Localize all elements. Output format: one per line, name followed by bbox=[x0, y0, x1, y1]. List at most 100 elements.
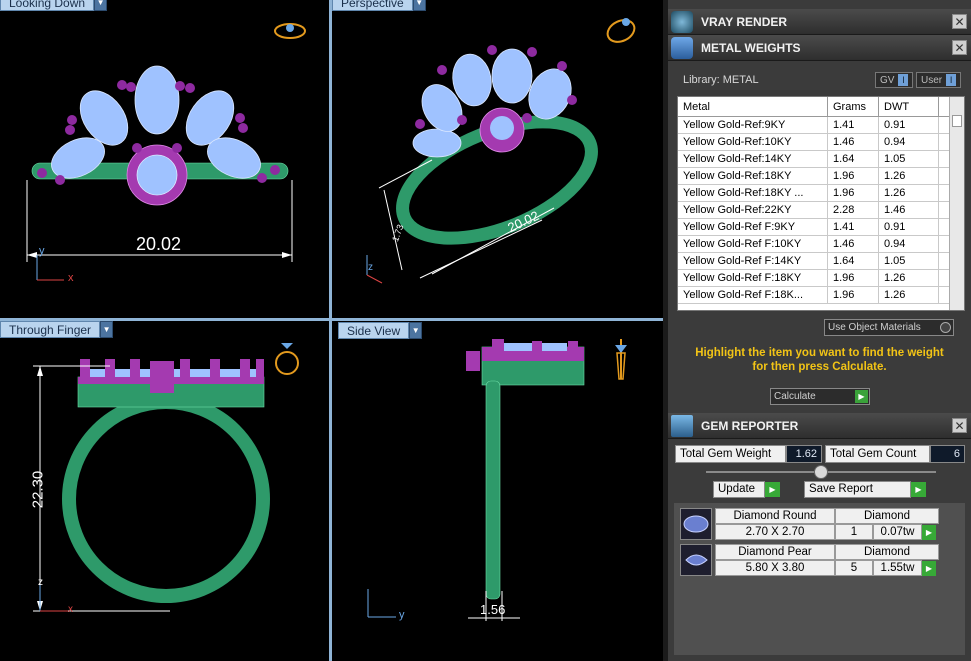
metal-weights-table[interactable]: Metal Grams DWT Yellow Gold-Ref:9KY 1.41 0… bbox=[677, 96, 965, 311]
close-icon[interactable]: ✕ bbox=[952, 14, 967, 29]
viewport-title: Side View bbox=[338, 322, 410, 339]
gem-reporter-header[interactable]: GEM REPORTER ✕ bbox=[668, 413, 971, 439]
ring-front-render bbox=[33, 343, 299, 612]
viewport-label-side-view[interactable]: Side View ▼ bbox=[338, 322, 423, 339]
dwt-cell: 1.26 bbox=[879, 185, 939, 201]
toggle-label: User bbox=[921, 74, 943, 86]
viewport-splitter-vertical[interactable] bbox=[329, 0, 332, 661]
viewport-label-looking-down[interactable]: Looking Down ▼ bbox=[0, 0, 108, 11]
table-row[interactable]: Yellow Gold-Ref:14KY 1.64 1.05 bbox=[678, 151, 964, 168]
viewport-label-perspective[interactable]: Perspective ▼ bbox=[332, 0, 426, 11]
viewport-looking-down[interactable]: Looking Down ▼ 20.02 y x bbox=[0, 0, 329, 318]
column-header-dwt[interactable]: DWT bbox=[879, 97, 939, 116]
dwt-cell: 1.05 bbox=[879, 253, 939, 269]
table-row[interactable]: Yellow Gold-Ref:18KY ... 1.96 1.26 bbox=[678, 185, 964, 202]
grams-cell: 1.96 bbox=[828, 185, 879, 201]
table-row[interactable]: Yellow Gold-Ref F:18K... 1.96 1.26 bbox=[678, 287, 964, 304]
toggle-indicator: I bbox=[898, 74, 909, 86]
gem-row-round[interactable]: Diamond Round 2.70 X 2.70 Diamond 1 0.07… bbox=[680, 507, 942, 541]
grams-cell: 1.46 bbox=[828, 236, 879, 252]
calculate-button[interactable]: Calculate ▶ bbox=[770, 388, 870, 405]
metal-name-cell: Yellow Gold-Ref F:10KY bbox=[678, 236, 828, 252]
metal-weights-header[interactable]: METAL WEIGHTS ✕ bbox=[668, 35, 971, 61]
close-icon[interactable]: ✕ bbox=[952, 40, 967, 55]
gem-count: 1 bbox=[835, 524, 873, 540]
dwt-cell: 0.91 bbox=[879, 219, 939, 235]
axis-z-label: z bbox=[38, 577, 43, 588]
axis-x-label: x bbox=[68, 272, 74, 284]
save-report-button[interactable]: Save Report ▶ bbox=[804, 481, 926, 498]
table-row[interactable]: Yellow Gold-Ref:10KY 1.46 0.94 bbox=[678, 134, 964, 151]
gem-size: 2.70 X 2.70 bbox=[715, 524, 835, 540]
grams-cell: 1.64 bbox=[828, 253, 879, 269]
grams-cell: 1.96 bbox=[828, 168, 879, 184]
metal-name-cell: Yellow Gold-Ref:14KY bbox=[678, 151, 828, 167]
dwt-cell: 1.05 bbox=[879, 151, 939, 167]
viewport-label-through-finger[interactable]: Through Finger ▼ bbox=[0, 321, 114, 338]
gem-row-pear[interactable]: Diamond Pear 5.80 X 3.80 Diamond 5 1.55t… bbox=[680, 543, 942, 577]
chevron-down-icon[interactable]: ▼ bbox=[409, 322, 423, 339]
grams-cell: 1.64 bbox=[828, 151, 879, 167]
metal-name-cell: Yellow Gold-Ref:18KY ... bbox=[678, 185, 828, 201]
viewport-side-view[interactable]: Side View ▼ 1.56 y bbox=[332, 321, 663, 661]
gv-toggle[interactable]: GV I bbox=[875, 72, 913, 88]
dimension-label: 1.56 bbox=[480, 602, 506, 617]
table-row[interactable]: Yellow Gold-Ref F:9KY 1.41 0.91 bbox=[678, 219, 964, 236]
metal-name-cell: Yellow Gold-Ref F:14KY bbox=[678, 253, 828, 269]
calculate-hint: Highlight the item you want to find the … bbox=[668, 346, 971, 374]
side-panel: VRAY RENDER ✕ METAL WEIGHTS ✕ Library: M… bbox=[668, 0, 971, 661]
table-row[interactable]: Yellow Gold-Ref F:10KY 1.46 0.94 bbox=[678, 236, 964, 253]
play-icon: ▶ bbox=[855, 390, 868, 403]
user-toggle[interactable]: User I bbox=[916, 72, 961, 88]
table-body: Yellow Gold-Ref:9KY 1.41 0.91 Yellow Gold-R… bbox=[678, 117, 964, 304]
axis-y-label: y bbox=[399, 609, 405, 621]
column-header-grams[interactable]: Grams bbox=[828, 97, 879, 116]
chevron-down-icon[interactable]: ▼ bbox=[94, 0, 108, 11]
metal-name-cell: Yellow Gold-Ref F:9KY bbox=[678, 219, 828, 235]
dwt-cell: 1.26 bbox=[879, 270, 939, 286]
total-gem-count-value: 6 bbox=[930, 445, 965, 463]
table-row[interactable]: Yellow Gold-Ref F:14KY 1.64 1.05 bbox=[678, 253, 964, 270]
flask-icon bbox=[671, 37, 693, 59]
viewport-through-finger[interactable]: Through Finger ▼ 22.30 z x bbox=[0, 321, 329, 661]
metal-name-cell: Yellow Gold-Ref F:18K... bbox=[678, 287, 828, 303]
axis-x-label: x bbox=[68, 604, 73, 615]
report-icon bbox=[671, 415, 693, 437]
grams-cell: 1.41 bbox=[828, 117, 879, 133]
close-icon[interactable]: ✕ bbox=[952, 418, 967, 433]
use-object-materials-toggle[interactable]: Use Object Materials bbox=[824, 319, 954, 336]
update-button[interactable]: Update ▶ bbox=[713, 481, 780, 498]
play-icon[interactable]: ▶ bbox=[922, 561, 936, 576]
vray-icon bbox=[671, 11, 693, 33]
button-label: Save Report bbox=[809, 483, 873, 495]
vray-render-header[interactable]: VRAY RENDER ✕ bbox=[668, 9, 971, 35]
gem-size: 5.80 X 3.80 bbox=[715, 560, 835, 576]
gem-weight: 0.07tw bbox=[873, 524, 922, 540]
scrollbar-thumb[interactable] bbox=[952, 115, 962, 127]
grams-cell: 2.28 bbox=[828, 202, 879, 218]
metal-name-cell: Yellow Gold-Ref:18KY bbox=[678, 168, 828, 184]
axis-y-label: y bbox=[39, 245, 45, 257]
dimension-label: 22.30 bbox=[29, 470, 47, 509]
panel-title: METAL WEIGHTS bbox=[701, 41, 801, 55]
gem-name: Diamond Round bbox=[715, 508, 835, 524]
grams-cell: 1.96 bbox=[828, 270, 879, 286]
table-row[interactable]: Yellow Gold-Ref:18KY 1.96 1.26 bbox=[678, 168, 964, 185]
chevron-down-icon[interactable]: ▼ bbox=[100, 321, 114, 338]
metal-name-cell: Yellow Gold-Ref:10KY bbox=[678, 134, 828, 150]
splitter-handle[interactable] bbox=[814, 465, 828, 479]
table-row[interactable]: Yellow Gold-Ref:22KY 2.28 1.46 bbox=[678, 202, 964, 219]
column-header-metal[interactable]: Metal bbox=[678, 97, 828, 116]
table-scrollbar[interactable] bbox=[949, 97, 964, 310]
chevron-down-icon[interactable]: ▼ bbox=[412, 0, 426, 11]
table-row[interactable]: Yellow Gold-Ref:9KY 1.41 0.91 bbox=[678, 117, 964, 134]
gem-material: Diamond bbox=[835, 544, 939, 560]
total-gem-count-label: Total Gem Count bbox=[825, 445, 930, 463]
dwt-cell: 1.26 bbox=[879, 287, 939, 303]
table-row[interactable]: Yellow Gold-Ref F:18KY 1.96 1.26 bbox=[678, 270, 964, 287]
hint-line: Highlight the item you want to find the … bbox=[695, 347, 944, 359]
viewport-perspective[interactable]: Perspective ▼ 20.02 1.73 z bbox=[332, 0, 663, 318]
play-icon[interactable]: ▶ bbox=[922, 525, 936, 540]
dwt-cell: 1.26 bbox=[879, 168, 939, 184]
toggle-label: GV bbox=[880, 74, 895, 86]
